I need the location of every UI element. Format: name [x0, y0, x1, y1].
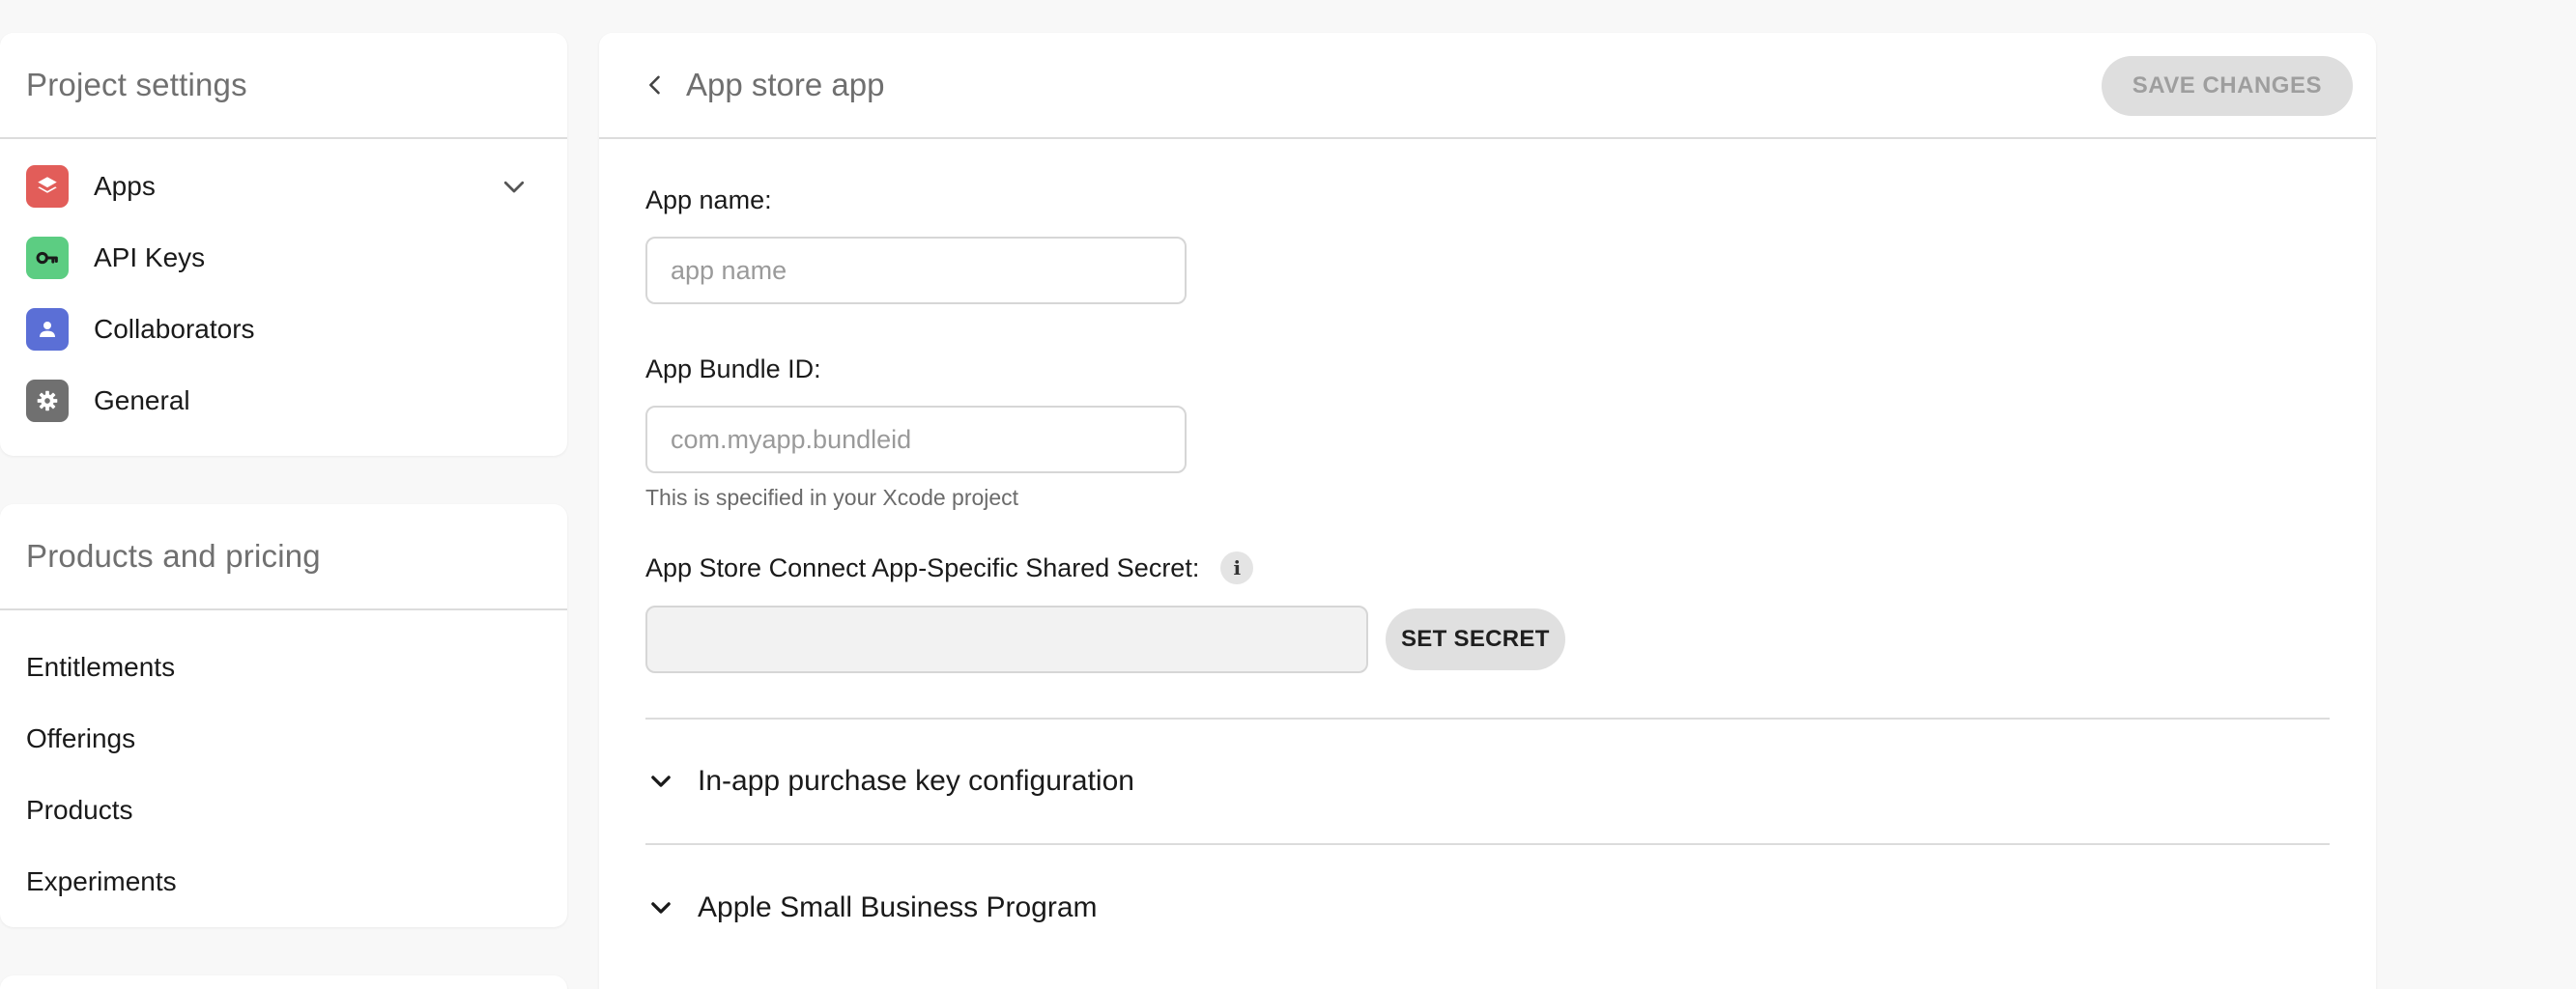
- apps-stack-icon: [26, 165, 69, 208]
- app-settings-form: App name: App Bundle ID: This is specifi…: [599, 139, 2376, 971]
- sidebar-item-api-keys[interactable]: API Keys: [0, 222, 567, 294]
- products-pricing-header: Products and pricing: [0, 504, 567, 610]
- sidebar-item-label: Offerings: [26, 723, 136, 753]
- shared-secret-input[interactable]: [645, 606, 1368, 673]
- sidebar-item-label: Products: [26, 795, 133, 825]
- app-settings-panel: App store app SAVE CHANGES App name: App…: [599, 33, 2376, 989]
- chevron-down-icon: [651, 776, 671, 787]
- app-name-group: App name:: [645, 185, 2330, 304]
- project-settings-nav: Apps API Keys Collaborators General: [0, 139, 567, 437]
- key-icon: [26, 237, 69, 279]
- bundle-id-label: App Bundle ID:: [645, 354, 821, 383]
- bundle-id-input[interactable]: [645, 406, 1187, 473]
- sidebar-item-entitlements[interactable]: Entitlements: [0, 632, 567, 703]
- project-settings-card: Project settings Apps API Keys Collabora…: [0, 33, 567, 456]
- shared-secret-group: App Store Connect App-Specific Shared Se…: [645, 551, 2330, 673]
- products-pricing-nav: Entitlements Offerings Products Experime…: [0, 610, 567, 918]
- sidebar-item-experiments[interactable]: Experiments: [0, 846, 567, 918]
- save-changes-button[interactable]: SAVE CHANGES: [2101, 56, 2353, 116]
- chevron-down-icon[interactable]: [500, 172, 529, 201]
- sidebar-item-label: API Keys: [94, 242, 206, 272]
- settings-accordion: In-app purchase key configuration Apple …: [645, 718, 2330, 971]
- sidebar-item-label: Collaborators: [94, 314, 255, 344]
- bundle-id-group: App Bundle ID: This is specified in your…: [645, 354, 2330, 511]
- sidebar-item-offerings[interactable]: Offerings: [0, 703, 567, 775]
- sidebar-item-general[interactable]: General: [0, 365, 567, 437]
- sidebar-card-partial: [0, 975, 567, 989]
- person-icon: [26, 308, 69, 351]
- app-name-label: App name:: [645, 185, 772, 214]
- app-name-input[interactable]: [645, 237, 1187, 304]
- set-secret-button[interactable]: SET SECRET: [1386, 608, 1565, 670]
- accordion-in-app-purchase-key[interactable]: In-app purchase key configuration: [645, 720, 2330, 845]
- sidebar-item-products[interactable]: Products: [0, 775, 567, 846]
- sidebar-item-label: Apps: [94, 171, 156, 201]
- accordion-small-business-program[interactable]: Apple Small Business Program: [645, 845, 2330, 971]
- shared-secret-label: App Store Connect App-Specific Shared Se…: [645, 552, 1200, 582]
- back-arrow-icon[interactable]: [626, 56, 684, 114]
- info-icon[interactable]: i: [1220, 551, 1254, 584]
- sidebar-item-apps[interactable]: Apps: [0, 151, 567, 222]
- shared-secret-label-row: App Store Connect App-Specific Shared Se…: [645, 551, 2330, 584]
- page-title: App store app: [686, 67, 885, 102]
- accordion-label: Apple Small Business Program: [698, 891, 1098, 923]
- sidebar-item-label: Entitlements: [26, 652, 176, 682]
- sidebar-item-collaborators[interactable]: Collaborators: [0, 294, 567, 365]
- bundle-id-hint: This is specified in your Xcode project: [645, 485, 1019, 510]
- project-settings-title: Project settings: [26, 67, 247, 102]
- gear-icon: [26, 380, 69, 422]
- accordion-label: In-app purchase key configuration: [698, 765, 1134, 797]
- sidebar-item-label: Experiments: [26, 866, 177, 896]
- shared-secret-row: SET SECRET: [645, 606, 2330, 673]
- project-settings-header: Project settings: [0, 33, 567, 139]
- page-header: App store app SAVE CHANGES: [599, 33, 2376, 139]
- products-pricing-card: Products and pricing Entitlements Offeri…: [0, 504, 567, 927]
- sidebar-item-label: General: [94, 385, 190, 415]
- products-pricing-title: Products and pricing: [26, 538, 321, 574]
- chevron-down-icon: [651, 902, 671, 914]
